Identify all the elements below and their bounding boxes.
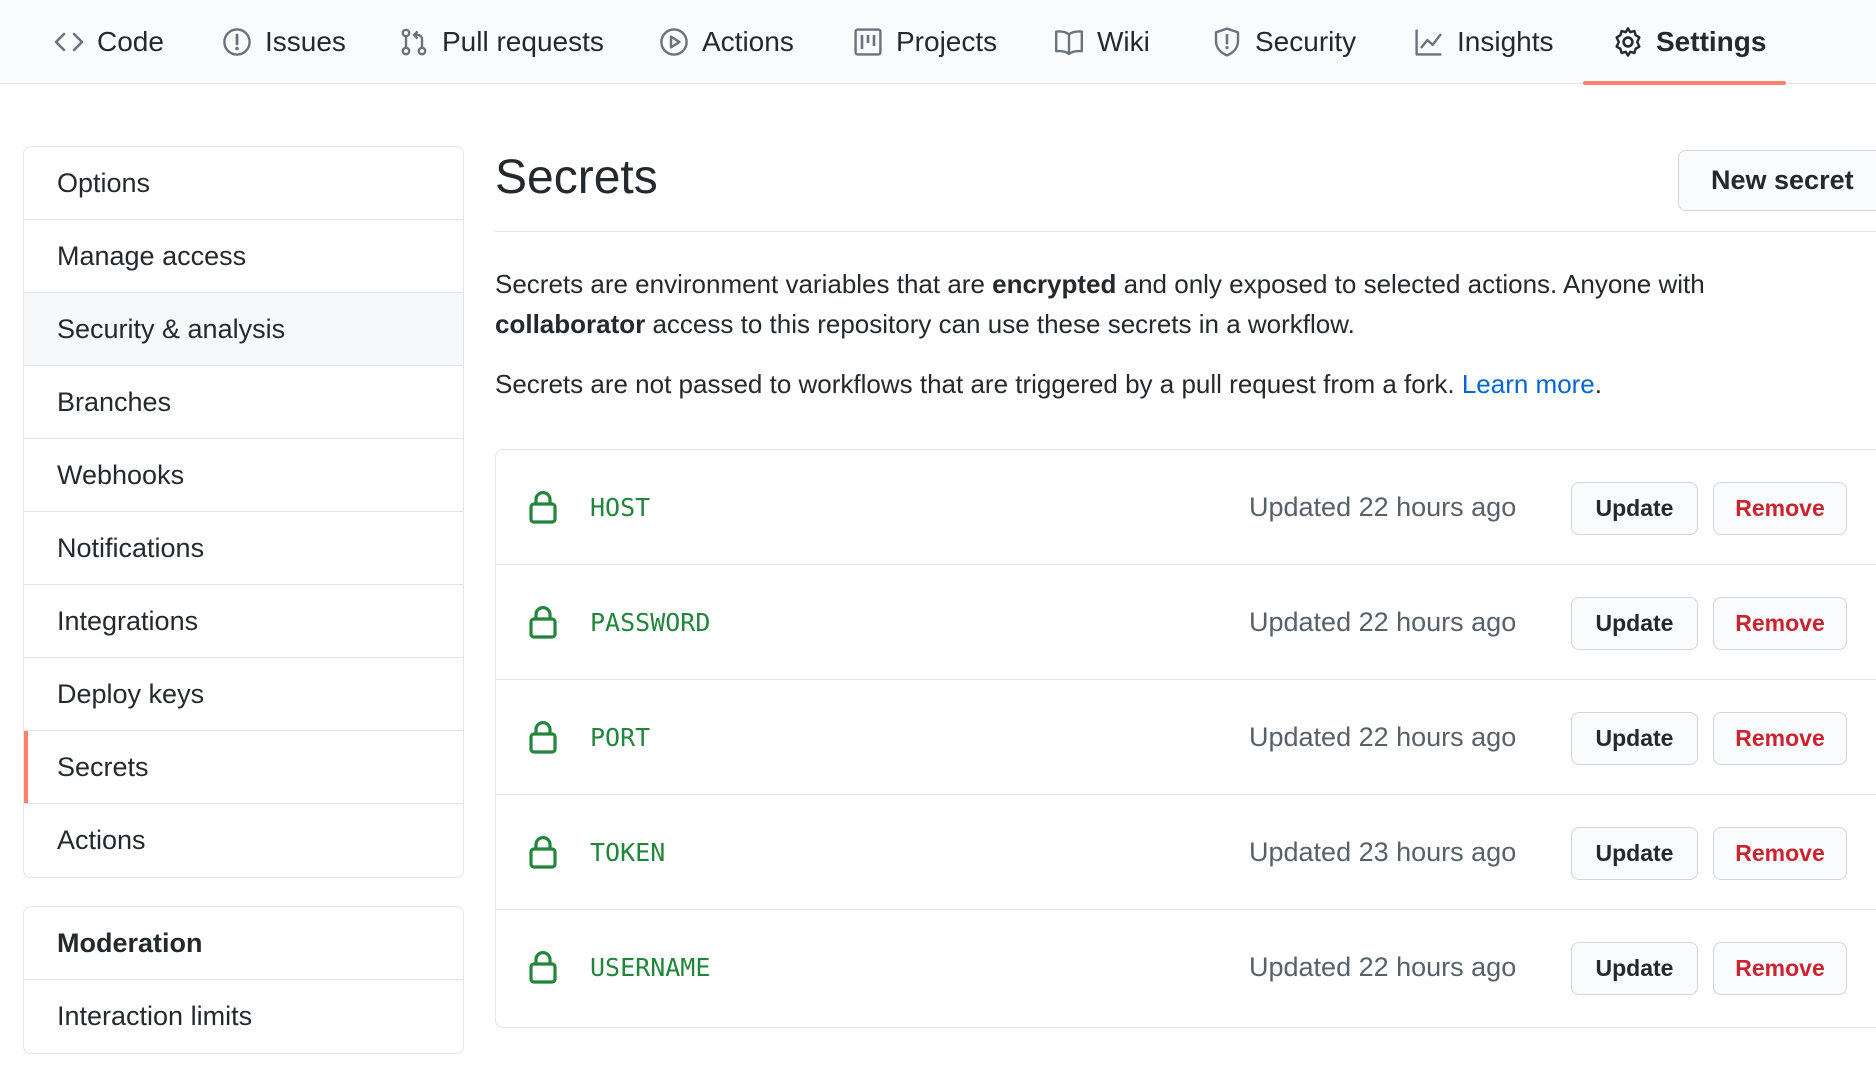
- selected-tab-indicator: [1583, 81, 1786, 85]
- secret-updated: Updated 23 hours ago: [1249, 837, 1517, 867]
- tab-code[interactable]: Code: [53, 0, 164, 84]
- remove-button[interactable]: Remove: [1713, 712, 1847, 765]
- settings-menu: Options Manage access Security & analysi…: [23, 146, 464, 878]
- issue-icon: [221, 26, 253, 58]
- tab-wiki[interactable]: Wiki: [1053, 0, 1150, 84]
- update-button[interactable]: Update: [1571, 482, 1698, 535]
- menu-item-notifications[interactable]: Notifications: [24, 512, 463, 585]
- lock-icon: [529, 836, 557, 869]
- gear-icon: [1612, 26, 1644, 58]
- tab-actions[interactable]: Actions: [658, 0, 794, 84]
- title-divider: [495, 231, 1876, 232]
- lock-icon: [529, 951, 557, 984]
- menu-item-actions[interactable]: Actions: [24, 804, 463, 877]
- menu-item-options[interactable]: Options: [24, 147, 463, 220]
- tab-label: Issues: [265, 26, 346, 57]
- project-icon: [852, 26, 884, 58]
- secret-name: USERNAME: [590, 953, 711, 982]
- secret-row: PORT Updated 22 hours ago Update Remove: [496, 680, 1876, 795]
- secrets-description: Secrets are environment variables that a…: [495, 264, 1705, 344]
- secret-updated: Updated 22 hours ago: [1249, 722, 1517, 752]
- secret-row: HOST Updated 22 hours ago Update Remove: [496, 450, 1876, 565]
- tab-label: Insights: [1457, 26, 1554, 57]
- moderation-heading: Moderation: [24, 907, 463, 980]
- secret-updated: Updated 22 hours ago: [1249, 607, 1517, 637]
- menu-item-deploy-keys[interactable]: Deploy keys: [24, 658, 463, 731]
- tab-issues[interactable]: Issues: [221, 0, 346, 84]
- play-icon: [658, 26, 690, 58]
- shield-icon: [1211, 26, 1243, 58]
- desc-text: and only exposed to selected actions. An…: [1116, 269, 1705, 299]
- fork-note: Secrets are not passed to workflows that…: [495, 364, 1602, 404]
- new-secret-button[interactable]: New secret: [1678, 150, 1876, 211]
- secret-name: HOST: [590, 493, 651, 522]
- tab-pull-requests[interactable]: Pull requests: [398, 0, 604, 84]
- tab-security[interactable]: Security: [1211, 0, 1356, 84]
- menu-item-security-analysis[interactable]: Security & analysis: [24, 293, 463, 366]
- learn-more-link[interactable]: Learn more: [1462, 369, 1595, 399]
- pull-request-icon: [398, 26, 430, 58]
- menu-item-interaction-limits[interactable]: Interaction limits: [24, 980, 463, 1053]
- update-button[interactable]: Update: [1571, 827, 1698, 880]
- secret-updated: Updated 22 hours ago: [1249, 952, 1517, 982]
- remove-button[interactable]: Remove: [1713, 827, 1847, 880]
- secret-row: PASSWORD Updated 22 hours ago Update Rem…: [496, 565, 1876, 680]
- lock-icon: [529, 491, 557, 524]
- page-title: Secrets: [495, 151, 658, 204]
- tab-insights[interactable]: Insights: [1413, 0, 1554, 84]
- tab-settings[interactable]: Settings: [1612, 0, 1766, 84]
- fork-note-period: .: [1594, 369, 1603, 399]
- secret-updated: Updated 22 hours ago: [1249, 492, 1517, 522]
- lock-icon: [529, 606, 557, 639]
- update-button[interactable]: Update: [1571, 712, 1698, 765]
- desc-text: Secrets are environment variables that a…: [495, 269, 993, 299]
- secrets-list: HOST Updated 22 hours ago Update Remove …: [495, 449, 1876, 1028]
- secret-row: TOKEN Updated 23 hours ago Update Remove: [496, 795, 1876, 910]
- menu-item-integrations[interactable]: Integrations: [24, 585, 463, 658]
- tab-label: Settings: [1656, 26, 1767, 57]
- desc-bold-collaborator: collaborator: [495, 309, 646, 339]
- update-button[interactable]: Update: [1571, 597, 1698, 650]
- code-icon: [53, 26, 85, 58]
- desc-text: access to this repository can use these …: [645, 309, 1355, 339]
- menu-item-secrets[interactable]: Secrets: [24, 731, 463, 804]
- desc-bold-encrypted: encrypted: [992, 269, 1117, 299]
- tab-label: Security: [1255, 26, 1357, 57]
- book-icon: [1053, 26, 1085, 58]
- secret-name: PASSWORD: [590, 608, 711, 637]
- tab-label: Pull requests: [442, 26, 604, 57]
- secret-row: USERNAME Updated 22 hours ago Update Rem…: [496, 910, 1876, 1025]
- fork-note-text: Secrets are not passed to workflows that…: [495, 369, 1462, 399]
- tab-label: Wiki: [1097, 26, 1150, 57]
- tab-label: Projects: [896, 26, 998, 57]
- menu-item-branches[interactable]: Branches: [24, 366, 463, 439]
- remove-button[interactable]: Remove: [1713, 942, 1847, 995]
- remove-button[interactable]: Remove: [1713, 597, 1847, 650]
- lock-icon: [529, 721, 557, 754]
- moderation-menu: Moderation Interaction limits: [23, 906, 464, 1054]
- remove-button[interactable]: Remove: [1713, 482, 1847, 535]
- secret-name: PORT: [590, 723, 651, 752]
- repo-nav: Code Issues Pull requests Actions Projec…: [0, 0, 1876, 85]
- graph-icon: [1413, 26, 1445, 58]
- menu-item-webhooks[interactable]: Webhooks: [24, 439, 463, 512]
- tab-projects[interactable]: Projects: [852, 0, 997, 84]
- secret-name: TOKEN: [590, 838, 666, 867]
- menu-item-manage-access[interactable]: Manage access: [24, 220, 463, 293]
- tab-label: Code: [97, 26, 164, 57]
- tab-label: Actions: [702, 26, 794, 57]
- update-button[interactable]: Update: [1571, 942, 1698, 995]
